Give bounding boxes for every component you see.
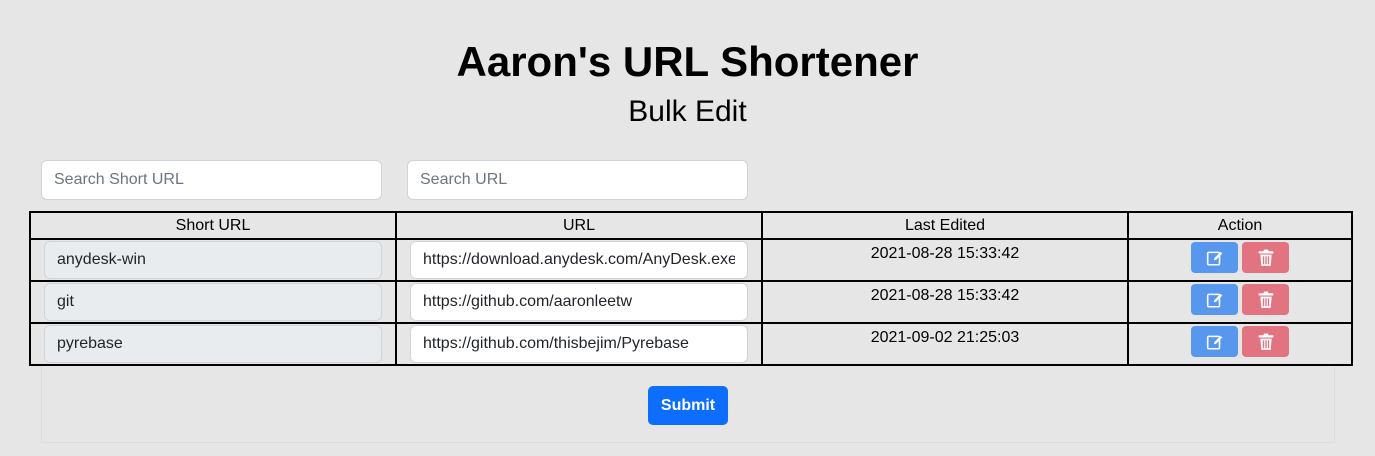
short-url-field[interactable] [44, 241, 382, 279]
delete-button[interactable] [1242, 242, 1289, 273]
last-edited-text: 2021-09-02 21:25:03 [870, 329, 1020, 346]
edit-icon [1206, 293, 1222, 308]
url-field[interactable] [410, 325, 748, 363]
search-short-url-input[interactable] [41, 160, 382, 200]
page-title: Aaron's URL Shortener [456, 38, 919, 85]
url-cell [395, 280, 763, 324]
action-cell [1127, 280, 1353, 324]
delete-button[interactable] [1242, 326, 1289, 357]
column-header-last-edited: Last Edited [761, 211, 1129, 240]
edit-button[interactable] [1191, 284, 1238, 315]
edit-icon [1206, 335, 1222, 350]
page-subtitle: Bulk Edit [628, 95, 747, 128]
table-row: 2021-08-28 15:33:42 [29, 238, 1353, 282]
table-row: 2021-09-02 21:25:03 [29, 322, 1353, 366]
url-table: Short URL URL Last Edited Action 2021-08… [29, 211, 1353, 366]
edit-button[interactable] [1191, 242, 1238, 273]
table-row: 2021-08-28 15:33:42 [29, 280, 1353, 324]
short-url-field[interactable] [44, 283, 382, 321]
search-url-input[interactable] [407, 160, 748, 200]
last-edited-cell: 2021-08-28 15:33:42 [761, 238, 1129, 282]
column-header-url: URL [395, 211, 763, 240]
edit-icon [1206, 251, 1222, 266]
last-edited-text: 2021-08-28 15:33:42 [870, 287, 1020, 304]
last-edited-cell: 2021-08-28 15:33:42 [761, 280, 1129, 324]
trash-icon [1258, 249, 1273, 266]
last-edited-text: 2021-08-28 15:33:42 [870, 245, 1020, 262]
action-cell [1127, 238, 1353, 282]
url-field[interactable] [410, 283, 748, 321]
delete-button[interactable] [1242, 284, 1289, 315]
column-header-short-url: Short URL [29, 211, 397, 240]
short-url-field[interactable] [44, 325, 382, 363]
page: Aaron's URL Shortener Bulk Edit Short UR… [0, 0, 1375, 456]
edit-button[interactable] [1191, 326, 1238, 357]
column-header-action: Action [1127, 211, 1353, 240]
url-cell [395, 238, 763, 282]
action-cell [1127, 322, 1353, 366]
short-url-cell [29, 238, 397, 282]
url-cell [395, 322, 763, 366]
last-edited-cell: 2021-09-02 21:25:03 [761, 322, 1129, 366]
short-url-cell [29, 280, 397, 324]
url-field[interactable] [410, 241, 748, 279]
trash-icon [1258, 333, 1273, 350]
submit-button[interactable]: Submit [648, 386, 728, 425]
trash-icon [1258, 291, 1273, 308]
table-header-row: Short URL URL Last Edited Action [29, 211, 1353, 240]
short-url-cell [29, 322, 397, 366]
